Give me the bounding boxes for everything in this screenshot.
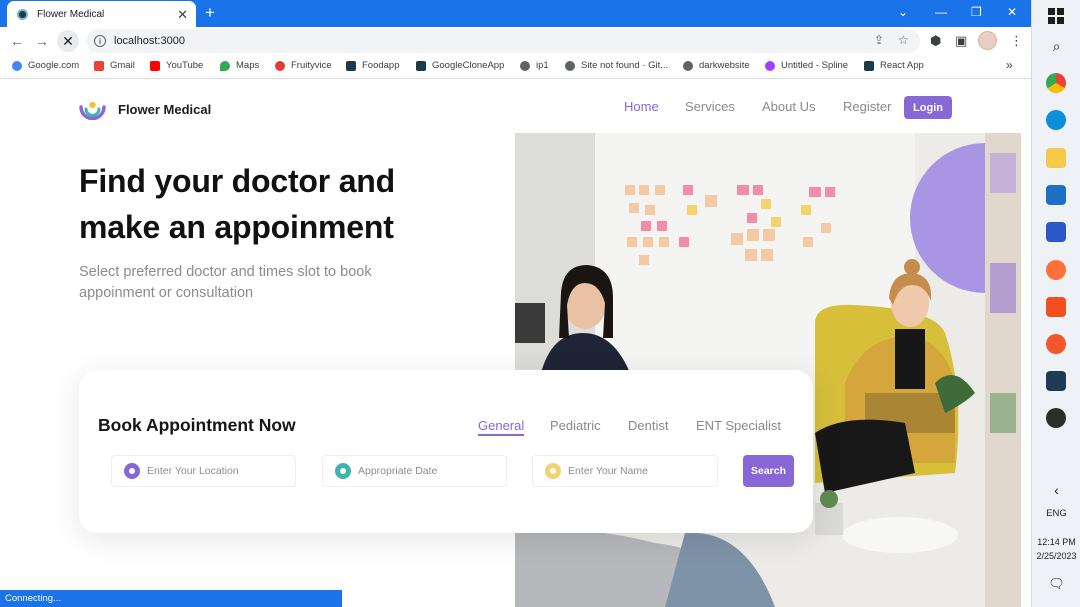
location-field[interactable] (111, 455, 296, 487)
compass-icon[interactable] (1046, 334, 1066, 354)
extensions-icon[interactable]: ⬢ (930, 33, 941, 49)
clock-date[interactable]: 2/25/2023 (1032, 551, 1080, 561)
window-close-icon[interactable]: ✕ (1007, 2, 1017, 22)
figma-icon[interactable] (1046, 297, 1066, 317)
chevron-left-icon[interactable]: ‹ (1032, 482, 1080, 498)
clock-time[interactable]: 12:14 PM (1032, 537, 1080, 547)
nav-register[interactable]: Register (843, 99, 891, 114)
tab-ent-specialist[interactable]: ENT Specialist (696, 418, 781, 433)
bookmark-item[interactable]: Untitled - Spline (765, 60, 848, 71)
bookmark-item[interactable]: Fruityvice (275, 60, 332, 71)
name-input[interactable] (568, 465, 708, 477)
windows-start-icon[interactable] (1048, 8, 1064, 24)
globe-icon (520, 60, 530, 71)
tab-pediatric[interactable]: Pediatric (550, 418, 601, 433)
booking-title: Book Appointment Now (98, 415, 296, 435)
language-indicator[interactable]: ENG (1032, 508, 1080, 519)
more-bookmarks-icon[interactable]: » (1006, 58, 1013, 72)
terminal-icon[interactable] (1046, 371, 1066, 391)
location-input[interactable] (147, 465, 287, 477)
close-icon[interactable]: ✕ (177, 8, 188, 21)
chrome-icon[interactable] (1046, 73, 1066, 93)
location-icon (124, 463, 140, 479)
app-icon[interactable] (1046, 408, 1066, 428)
login-button[interactable]: Login (904, 96, 952, 119)
edge-icon[interactable] (1046, 110, 1066, 130)
hero-title-line: Find your doctor and (79, 163, 395, 199)
web-page: Flower Medical Home Services About Us Re… (0, 80, 1031, 607)
notification-icon[interactable]: 🗨 (1032, 576, 1080, 592)
youtube-icon (150, 60, 160, 71)
forward-icon[interactable]: → (31, 30, 53, 52)
avatar[interactable] (978, 31, 997, 50)
react-icon (416, 60, 426, 71)
globe-icon (683, 60, 693, 71)
status-bubble: Connecting... (0, 590, 342, 607)
store-icon[interactable] (1046, 222, 1066, 242)
browser-tab-strip: Flower Medical ✕ + ⌄ — ❐ ✕ (0, 0, 1031, 27)
side-panel-icon[interactable]: ▣ (955, 33, 967, 49)
chevron-down-icon[interactable]: ⌄ (898, 2, 908, 22)
bookmark-item[interactable]: Google.com (12, 60, 79, 71)
bookmark-item[interactable]: Foodapp (346, 60, 400, 71)
bookmark-item[interactable]: GoogleCloneApp (416, 60, 504, 71)
browser-toolbar: ← → ✕ i localhost:3000 ⇪ ☆ ⬢ ▣ ⋮ (0, 27, 1031, 55)
mail-icon[interactable] (1046, 185, 1066, 205)
bookmarks-bar: Google.com Gmail YouTube Maps Fruityvice… (0, 55, 1031, 79)
info-icon[interactable]: i (94, 35, 106, 47)
react-icon (864, 60, 874, 71)
logo-icon (79, 101, 106, 120)
windows-taskbar: ⌕ ‹ ENG 12:14 PM 2/25/2023 🗨 (1031, 0, 1080, 607)
react-icon (346, 60, 356, 71)
menu-icon[interactable]: ⋮ (1010, 33, 1023, 49)
share-icon[interactable]: ⇪ (874, 33, 884, 47)
browser-tab[interactable]: Flower Medical ✕ (7, 1, 196, 27)
restore-icon[interactable]: ❐ (971, 2, 982, 22)
back-icon[interactable]: ← (6, 30, 28, 52)
tab-title: Flower Medical (37, 8, 105, 20)
bookmark-item[interactable]: Maps (220, 60, 259, 71)
hero-subtitle: Select preferred doctor and times slot t… (79, 264, 372, 301)
bookmark-item[interactable]: ip1 (520, 60, 549, 71)
nav-services[interactable]: Services (685, 99, 735, 114)
bookmark-item[interactable]: React App (864, 60, 924, 71)
google-icon (12, 60, 22, 71)
globe-icon (565, 60, 575, 71)
tab-general[interactable]: General (478, 418, 525, 436)
nav-home[interactable]: Home (624, 99, 659, 114)
url-text: localhost:3000 (114, 35, 185, 47)
bookmark-item[interactable]: darkwebsite (683, 60, 750, 71)
stop-loading-icon[interactable]: ✕ (57, 30, 79, 52)
bookmark-item[interactable]: Site not found · Git... (565, 60, 668, 71)
date-input[interactable] (358, 465, 498, 477)
search-icon[interactable]: ⌕ (1032, 38, 1080, 55)
tab-dentist[interactable]: Dentist (628, 418, 668, 433)
react-icon (17, 8, 28, 20)
date-field[interactable] (322, 455, 507, 487)
name-field[interactable] (532, 455, 718, 487)
fruit-icon (275, 60, 285, 71)
firefox-icon[interactable] (1046, 260, 1066, 280)
spline-icon (765, 60, 775, 71)
booking-card: Book Appointment Now General Pediatric D… (79, 370, 813, 533)
minimize-icon[interactable]: — (935, 2, 947, 22)
gmail-icon (94, 60, 104, 71)
brand-name: Flower Medical (118, 102, 212, 117)
maps-icon (220, 60, 230, 71)
calendar-icon (335, 463, 351, 479)
search-button[interactable]: Search (743, 455, 794, 487)
hero-title-line: make an appoinment (79, 209, 394, 245)
nav-about-us[interactable]: About Us (762, 99, 815, 114)
hero-title: Find your doctor and make an appoinment (79, 158, 479, 250)
new-tab-icon[interactable]: + (205, 3, 215, 23)
address-bar[interactable]: i localhost:3000 ⇪ ☆ (86, 29, 920, 53)
bookmark-star-icon[interactable]: ☆ (898, 33, 909, 47)
bookmark-item[interactable]: Gmail (94, 60, 135, 71)
user-icon (545, 463, 561, 479)
bookmark-item[interactable]: YouTube (150, 60, 203, 71)
file-explorer-icon[interactable] (1046, 148, 1066, 168)
